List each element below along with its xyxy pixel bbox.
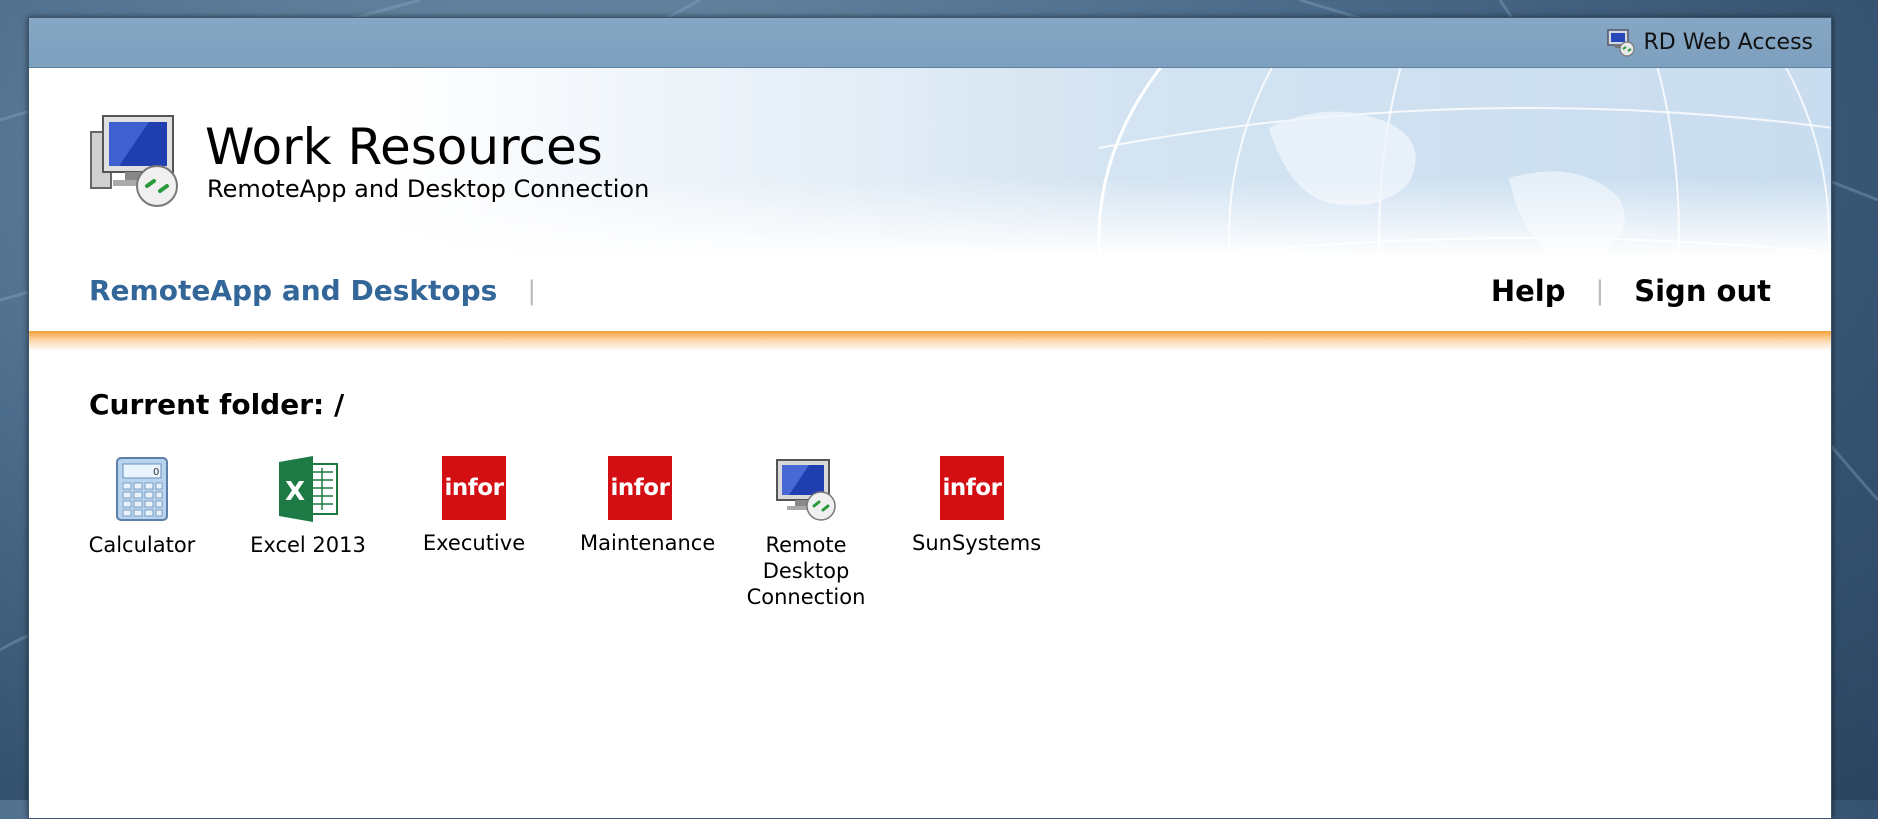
app-label: Excel 2013: [250, 533, 366, 557]
app-sunsystems[interactable]: infor SunSystems: [889, 456, 1055, 610]
infor-icon: infor: [442, 456, 506, 520]
remote-desktop-icon: [776, 459, 836, 521]
app-label: SunSystems: [912, 531, 1042, 555]
current-folder-label: Current folder: /: [89, 388, 345, 421]
calculator-icon: 0: [116, 457, 168, 521]
rd-web-window: RD Web Access Work Resources RemoteApp a…: [28, 17, 1832, 819]
app-label: Remote Desktop Connection: [746, 533, 866, 609]
svg-text:0: 0: [153, 467, 159, 478]
app-label: Maintenance: [580, 531, 716, 555]
app-remote-desktop-connection[interactable]: Remote Desktop Connection: [723, 456, 889, 610]
nav-separator: |: [1595, 276, 1605, 306]
orange-divider: [29, 331, 1831, 351]
app-list: 0 Calculator X Excel 2013 infor Executiv…: [59, 456, 1055, 610]
app-calculator[interactable]: 0 Calculator: [59, 456, 225, 610]
nav-right: Help | Sign out: [1491, 274, 1771, 308]
tab-remoteapp-and-desktops[interactable]: RemoteApp and Desktops: [89, 274, 497, 307]
app-excel-2013[interactable]: X Excel 2013: [225, 456, 391, 610]
infor-icon: infor: [608, 456, 672, 520]
svg-text:X: X: [285, 477, 305, 507]
nav-left: RemoteApp and Desktops |: [89, 274, 558, 307]
help-link[interactable]: Help: [1491, 274, 1566, 308]
remote-desktop-logo-icon: [90, 115, 178, 207]
rd-web-access-brand: RD Web Access: [1606, 27, 1814, 57]
infor-icon: infor: [940, 456, 1004, 520]
app-executive[interactable]: infor Executive: [391, 456, 557, 610]
nav-separator: |: [527, 275, 537, 306]
nav-bar: RemoteApp and Desktops | Help | Sign out: [89, 274, 1771, 314]
rd-web-access-label: RD Web Access: [1643, 29, 1814, 55]
page-subtitle: RemoteApp and Desktop Connection: [207, 175, 650, 203]
app-label: Executive: [422, 531, 526, 555]
rd-web-access-icon: [1606, 29, 1635, 57]
app-maintenance[interactable]: infor Maintenance: [557, 456, 723, 610]
page-title: Work Resources: [205, 118, 603, 176]
excel-icon: X: [279, 456, 338, 522]
top-bar: RD Web Access: [29, 18, 1831, 68]
app-label: Calculator: [88, 533, 196, 557]
sign-out-link[interactable]: Sign out: [1634, 274, 1771, 308]
